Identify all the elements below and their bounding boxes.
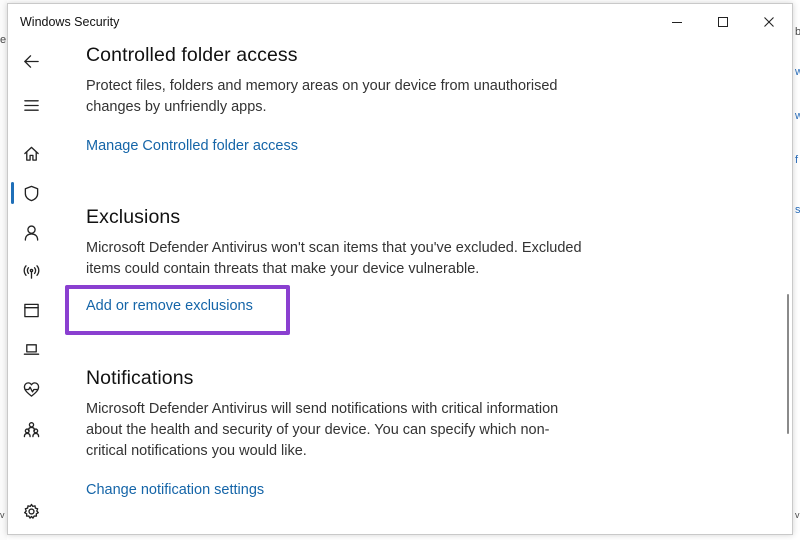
minimize-button[interactable]	[654, 4, 700, 40]
minimize-icon	[672, 22, 682, 23]
nav-virus-threat-protection[interactable]	[8, 176, 54, 210]
nav-family-options[interactable]	[8, 412, 54, 446]
nav-home[interactable]	[8, 136, 54, 170]
nav-settings[interactable]	[8, 494, 54, 528]
nav-device-performance[interactable]	[8, 372, 54, 406]
section-description: Protect files, folders and memory areas …	[86, 78, 558, 115]
background-text-fragment: s	[795, 204, 800, 216]
section-description: Microsoft Defender Antivirus will send n…	[86, 401, 559, 459]
back-button[interactable]	[8, 44, 54, 78]
wifi-antenna-icon	[23, 264, 39, 279]
gear-icon	[23, 503, 39, 519]
background-text-fragment: b	[795, 26, 800, 38]
manage-controlled-folder-access-link[interactable]: Manage Controlled folder access	[86, 138, 298, 154]
windows-security-window: Windows Security Controlled folder acces…	[7, 3, 793, 535]
browser-window-icon	[23, 303, 39, 317]
section-notifications: Notifications Microsoft Defender Antivir…	[86, 367, 792, 499]
background-text-fragment: f	[795, 154, 799, 166]
maximize-icon	[718, 17, 728, 27]
nav-firewall-network[interactable]	[8, 254, 54, 288]
title-bar[interactable]: Windows Security	[8, 4, 792, 40]
section-title: Controlled folder access	[86, 44, 298, 66]
maximize-button[interactable]	[700, 4, 746, 40]
highlight-box	[65, 285, 290, 335]
person-icon	[24, 224, 38, 241]
menu-button[interactable]	[8, 88, 54, 122]
change-notification-settings-link[interactable]: Change notification settings	[86, 482, 264, 498]
close-button[interactable]	[746, 4, 792, 40]
background-text-fragment: e	[0, 34, 7, 46]
nav-app-browser-control[interactable]	[8, 293, 54, 327]
shield-icon	[24, 185, 38, 201]
section-description: Microsoft Defender Antivirus won't scan …	[86, 240, 582, 277]
family-icon	[23, 421, 39, 437]
home-icon	[23, 146, 39, 161]
background-text-fragment: v	[795, 510, 800, 520]
back-arrow-icon	[23, 54, 39, 68]
laptop-icon	[23, 343, 39, 355]
background-text-fragment: w	[795, 66, 800, 78]
close-icon	[764, 17, 774, 27]
section-controlled-folder-access: Controlled folder access Protect files, …	[86, 44, 792, 155]
window-title: Windows Security	[20, 15, 120, 29]
heart-pulse-icon	[23, 381, 39, 397]
background-text-fragment: v	[0, 510, 5, 520]
section-title: Exclusions	[86, 206, 181, 228]
nav-account-protection[interactable]	[8, 215, 54, 249]
scrollbar-thumb[interactable]	[787, 294, 789, 434]
background-page-left	[0, 0, 7, 540]
hamburger-icon	[23, 99, 39, 111]
background-text-fragment: w	[795, 110, 800, 122]
navigation-rail	[8, 40, 54, 534]
section-title: Notifications	[86, 367, 194, 389]
nav-device-security[interactable]	[8, 332, 54, 366]
